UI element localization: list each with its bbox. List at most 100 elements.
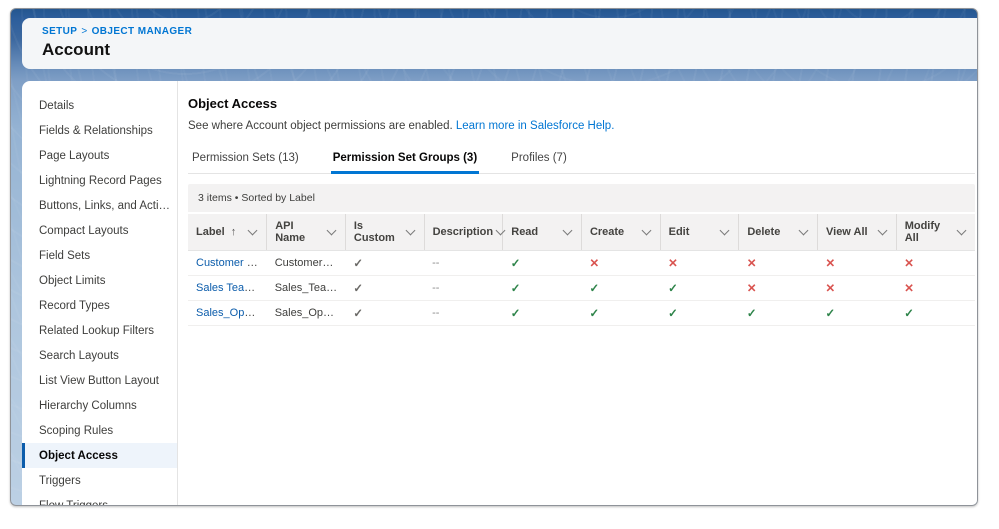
cell-modify-all: ✓ xyxy=(896,301,975,326)
breadcrumb-setup-link[interactable]: SETUP xyxy=(42,26,77,37)
chevron-down-icon[interactable] xyxy=(405,226,415,236)
row-label-link[interactable]: Customer Sup... xyxy=(196,257,267,269)
column-label: Delete xyxy=(747,226,780,238)
check-icon: ✓ xyxy=(904,308,914,320)
sidebar-item-fields-relationships[interactable]: Fields & Relationships xyxy=(22,118,177,143)
tab-profiles-7[interactable]: Profiles (7) xyxy=(509,147,569,174)
sidebar-item-triggers[interactable]: Triggers xyxy=(22,468,177,493)
cell-label: Sales Team Me... xyxy=(188,276,267,301)
sidebar-item-object-limits[interactable]: Object Limits xyxy=(22,268,177,293)
check-icon: ✓ xyxy=(353,283,363,295)
cell-view-all: ✓ xyxy=(818,301,897,326)
sidebar-item-list-view-button-layout[interactable]: List View Button Layout xyxy=(22,368,177,393)
permission-tabs: Permission Sets (13) Permission Set Group… xyxy=(188,147,975,174)
cell-read: ✓ xyxy=(503,301,582,326)
cross-icon: ✕ xyxy=(904,258,914,270)
column-label: Create xyxy=(590,226,624,238)
column-header-label[interactable]: Label ↑ xyxy=(188,214,267,251)
cell-read: ✓ xyxy=(503,251,582,276)
chevron-down-icon[interactable] xyxy=(799,226,809,236)
cell-description: -- xyxy=(424,301,503,326)
sidebar-item-page-layouts[interactable]: Page Layouts xyxy=(22,143,177,168)
cell-create: ✓ xyxy=(581,301,660,326)
sidebar-item-details[interactable]: Details xyxy=(22,93,177,118)
cell-api-name: Sales_Team_M... xyxy=(267,276,346,301)
chevron-down-icon[interactable] xyxy=(720,226,730,236)
sidebar-item-lightning-record-pages[interactable]: Lightning Record Pages xyxy=(22,168,177,193)
column-header-delete[interactable]: Delete xyxy=(739,214,818,251)
row-label-link[interactable]: Sales_Operatio... xyxy=(196,307,267,319)
check-icon: ✓ xyxy=(668,308,678,320)
chevron-down-icon[interactable] xyxy=(957,226,967,236)
row-label-link[interactable]: Sales Team Me... xyxy=(196,282,267,294)
breadcrumb-object-manager-link[interactable]: OBJECT MANAGER xyxy=(92,26,193,37)
column-header-inner: Description xyxy=(433,226,497,238)
column-header-create[interactable]: Create xyxy=(581,214,660,251)
help-link[interactable]: Learn more in Salesforce Help. xyxy=(456,120,615,132)
column-header-modify-all[interactable]: Modify All xyxy=(896,214,975,251)
column-label: View All xyxy=(826,226,868,238)
sidebar-item-object-access[interactable]: Object Access xyxy=(22,443,177,468)
cell-is-custom: ✓ xyxy=(345,301,424,326)
column-header-inner: Label ↑ xyxy=(196,226,260,238)
column-header-api-name[interactable]: API Name xyxy=(267,214,346,251)
check-icon: ✓ xyxy=(511,308,521,320)
object-manager-sidebar: DetailsFields & RelationshipsPage Layout… xyxy=(22,81,178,505)
column-header-edit[interactable]: Edit xyxy=(660,214,739,251)
sidebar-item-buttons-links-and-actions[interactable]: Buttons, Links, and Actions xyxy=(22,193,177,218)
cell-is-custom: ✓ xyxy=(345,251,424,276)
sidebar-item-scoping-rules[interactable]: Scoping Rules xyxy=(22,418,177,443)
column-label: Edit xyxy=(669,226,690,238)
setup-page-header: SETUP>OBJECT MANAGER Account xyxy=(22,18,977,69)
sidebar-item-search-layouts[interactable]: Search Layouts xyxy=(22,343,177,368)
cell-description: -- xyxy=(424,251,503,276)
sidebar-item-flow-triggers[interactable]: Flow Triggers xyxy=(22,493,177,505)
check-icon: ✓ xyxy=(668,283,678,295)
chevron-down-icon[interactable] xyxy=(877,226,887,236)
column-header-read[interactable]: Read xyxy=(503,214,582,251)
table-row: Sales_Operatio...Sales_Operatio...✓--✓✓✓… xyxy=(188,301,975,326)
cell-edit: ✓ xyxy=(660,301,739,326)
cell-modify-all: ✕ xyxy=(896,251,975,276)
sidebar-item-hierarchy-columns[interactable]: Hierarchy Columns xyxy=(22,393,177,418)
column-header-inner: API Name xyxy=(275,220,339,244)
tab-permission-set-groups-3[interactable]: Permission Set Groups (3) xyxy=(331,147,479,174)
column-header-is-custom[interactable]: Is Custom xyxy=(345,214,424,251)
cell-create: ✕ xyxy=(581,251,660,276)
check-icon: ✓ xyxy=(589,308,599,320)
column-label: Read xyxy=(511,226,538,238)
section-title: Object Access xyxy=(188,96,975,111)
breadcrumb-separator: > xyxy=(81,26,87,37)
cross-icon: ✕ xyxy=(826,283,836,295)
list-summary: 3 items • Sorted by Label xyxy=(188,184,975,212)
sidebar-item-related-lookup-filters[interactable]: Related Lookup Filters xyxy=(22,318,177,343)
sidebar-item-record-types[interactable]: Record Types xyxy=(22,293,177,318)
check-icon: ✓ xyxy=(353,258,363,270)
cell-api-name: Customer_Sup... xyxy=(267,251,346,276)
tab-permission-sets-13[interactable]: Permission Sets (13) xyxy=(190,147,301,174)
column-header-inner: Delete xyxy=(747,226,811,238)
chevron-down-icon[interactable] xyxy=(562,226,572,236)
object-access-table: Label ↑ API Name Is Custom Description Read C… xyxy=(188,214,975,326)
cross-icon: ✕ xyxy=(826,258,836,270)
column-header-inner: Is Custom xyxy=(354,220,418,244)
column-header-description[interactable]: Description xyxy=(424,214,503,251)
cell-edit: ✕ xyxy=(660,251,739,276)
sidebar-item-field-sets[interactable]: Field Sets xyxy=(22,243,177,268)
cross-icon: ✕ xyxy=(747,258,757,270)
cross-icon: ✕ xyxy=(747,283,757,295)
cell-delete: ✓ xyxy=(739,301,818,326)
sidebar-item-compact-layouts[interactable]: Compact Layouts xyxy=(22,218,177,243)
check-icon: ✓ xyxy=(511,258,521,270)
column-header-inner: Modify All xyxy=(905,220,969,244)
column-label: Description xyxy=(433,226,494,238)
cell-delete: ✕ xyxy=(739,276,818,301)
chevron-down-icon[interactable] xyxy=(326,226,336,236)
column-header-view-all[interactable]: View All xyxy=(818,214,897,251)
table-body: Customer Sup...Customer_Sup...✓--✓✕✕✕✕✕S… xyxy=(188,251,975,326)
column-label: API Name xyxy=(275,220,324,244)
sort-asc-icon: ↑ xyxy=(228,226,237,238)
chevron-down-icon[interactable] xyxy=(641,226,651,236)
chevron-down-icon[interactable] xyxy=(248,226,258,236)
table-row: Customer Sup...Customer_Sup...✓--✓✕✕✕✕✕ xyxy=(188,251,975,276)
